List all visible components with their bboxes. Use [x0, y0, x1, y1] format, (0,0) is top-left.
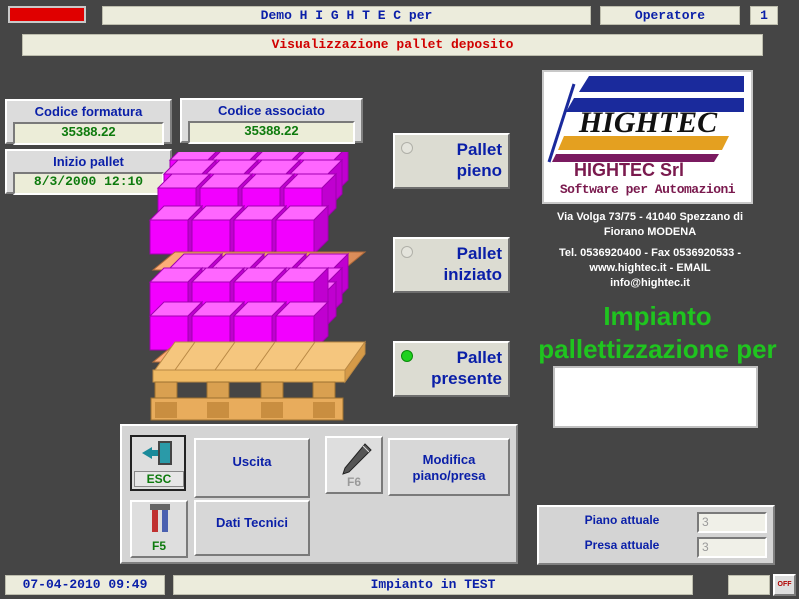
esc-button[interactable]: ESC [130, 435, 186, 491]
esc-description: Uscita [194, 438, 310, 498]
codice-formatura-label: Codice formatura [34, 104, 143, 119]
logo-wordmark: HIGHTEC [578, 106, 718, 139]
codice-formatura-value: 35388.22 [13, 122, 164, 145]
f6-description: Modifica piano/presa [388, 438, 510, 496]
f5-description: Dati Tecnici [194, 500, 310, 556]
wooden-pallet [150, 340, 366, 421]
presa-attuale-label: Presa attuale [584, 538, 660, 552]
presa-attuale-input[interactable]: 3 [697, 537, 767, 558]
power-off-button[interactable]: OFF [773, 574, 796, 596]
pallet-pieno-led [401, 142, 413, 154]
f6-key-label: F6 [346, 475, 361, 489]
alarm-indicator [8, 6, 86, 23]
counters-panel: Piano attuale 3 Presa attuale 3 [537, 505, 775, 565]
pallet-iniziato-led [401, 246, 413, 258]
pallet-pieno-button[interactable]: Pallet pieno [393, 133, 510, 189]
pallet-presente-led [401, 350, 413, 362]
pen-icon [342, 443, 372, 475]
plant-name-field [553, 366, 758, 428]
codice-formatura-box: Codice formatura 35388.22 [5, 99, 172, 145]
codice-associato-label: Codice associato [218, 103, 325, 118]
company-name: HIGHTEC Srl [574, 160, 685, 180]
status-spacer [728, 575, 770, 595]
operator-level: 1 [750, 6, 778, 25]
exit-door-icon [142, 441, 172, 465]
company-contacts: Tel. 0536920400 - Fax 0536920533 - www.h… [558, 247, 742, 289]
power-off-icon: OFF [777, 581, 792, 588]
pallet-iniziato-button[interactable]: Pallet iniziato [393, 237, 510, 293]
f5-button[interactable]: F5 [130, 500, 188, 558]
piano-attuale-input[interactable]: 3 [697, 512, 767, 533]
status-datetime: 07-04-2010 09:49 [5, 575, 165, 595]
operator-label: Operatore [600, 6, 740, 25]
pallet-presente-button[interactable]: Pallet presente [393, 341, 510, 397]
pallet-illustration [148, 152, 367, 421]
codice-associato-value: 35388.22 [188, 121, 355, 144]
pallet-box [274, 204, 330, 256]
tools-icon [150, 504, 170, 532]
page-subtitle: Visualizzazione pallet deposito [22, 34, 763, 56]
company-tagline: Software per Automazioni [559, 182, 736, 197]
piano-attuale-label: Piano attuale [584, 513, 660, 527]
esc-key-label: ESC [134, 471, 184, 487]
f6-button[interactable]: F6 [325, 436, 383, 494]
f5-key-label: F5 [151, 539, 166, 553]
company-address: Via Volga 73/75 - 41040 Spezzano di Fior… [556, 211, 744, 238]
inizio-pallet-value: 8/3/2000 12:10 [13, 172, 164, 195]
app-title: Demo H I G H T E C per [102, 6, 591, 25]
hightec-logo-graphic: HIGHTEC [547, 76, 747, 163]
codice-associato-box: Codice associato 35388.22 [180, 98, 363, 144]
company-logo: HIGHTEC HIGHTEC Srl Software per Automaz… [542, 70, 753, 204]
function-key-panel: ESC Uscita F6 Modifica piano/presa F5 Da… [120, 424, 518, 564]
plant-title: Impianto pallettizzazione per [538, 301, 777, 364]
status-message: Impianto in TEST [173, 575, 693, 595]
